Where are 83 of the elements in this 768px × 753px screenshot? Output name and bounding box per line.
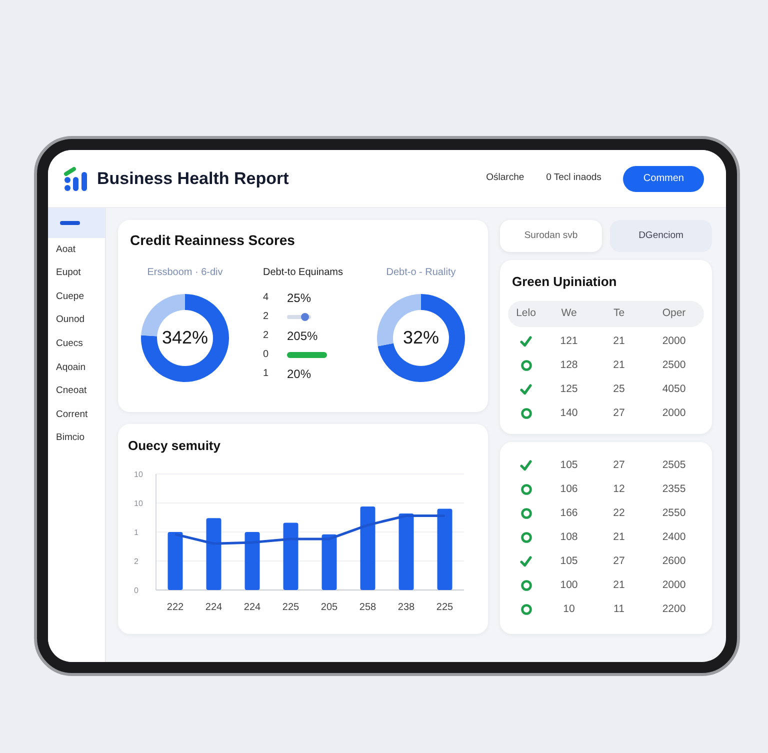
x-axis-label: 238: [398, 602, 415, 612]
table-cell-text: 100: [560, 578, 578, 593]
primary-button[interactable]: Commen: [623, 166, 704, 192]
nav-link[interactable]: 0 Tecl inaods: [546, 171, 602, 186]
table-cell-text: 27: [613, 458, 625, 473]
x-axis-label: 225: [282, 602, 300, 612]
bar-chart-logo-icon: [63, 166, 89, 192]
list-title: Debt-to Equinams: [262, 266, 344, 280]
app-title: Business Health Report: [97, 168, 289, 190]
table-cell-text: 121: [560, 334, 578, 349]
x-axis-label: 224: [205, 602, 222, 612]
column-header: Te: [613, 306, 625, 321]
chart-bar: [244, 532, 260, 590]
table-cell-text: 12: [613, 482, 625, 497]
x-axis-label: 222: [166, 602, 184, 612]
table-cell-text: 105: [560, 458, 578, 473]
gauge-value: 32%: [402, 326, 439, 350]
y-axis-label: 10: [134, 470, 143, 478]
x-axis-label: 258: [359, 602, 376, 612]
chart-bar: [322, 534, 337, 590]
table-cell-text: 2400: [662, 530, 686, 545]
table-cell-text: 128: [560, 358, 578, 373]
table-cell-text: 10: [563, 602, 575, 617]
sidebar-item[interactable]: [48, 208, 105, 238]
table-cell-text: 2000: [662, 406, 686, 421]
table-cell-text: 2600: [662, 554, 686, 569]
column-header: Oper: [662, 306, 686, 321]
table-cell-text: 21: [613, 358, 625, 373]
ratio-value: 20%: [286, 366, 311, 382]
y-axis-label: 2: [134, 556, 138, 566]
table-cell-text: 27: [613, 554, 625, 569]
table-cell-text: 25: [613, 382, 625, 397]
table-cell-text: 108: [560, 530, 578, 545]
y-axis-label: 10: [134, 498, 143, 508]
table-cell-text: 22: [613, 506, 625, 521]
chart-bar: [168, 532, 183, 590]
card-title: Green Upiniation: [512, 273, 618, 291]
column-header: We: [561, 306, 577, 321]
table-cell-text: 21: [613, 530, 625, 545]
table-cell-text: 125: [560, 382, 578, 397]
ratio-value: 25%: [286, 290, 311, 306]
slider-track[interactable]: [286, 312, 311, 320]
row-index: 2: [262, 310, 270, 324]
dash-icon: [60, 221, 80, 225]
table-cell-text: 2000: [662, 334, 686, 349]
y-axis-label: 1: [134, 528, 138, 536]
chart-bar: [206, 518, 222, 590]
table-cell-text: 2550: [662, 506, 686, 521]
chart-bar: [283, 522, 298, 590]
card-title: Ouecy semuity: [128, 437, 222, 455]
table-cell-text: 106: [560, 482, 578, 497]
x-axis-label: 205: [320, 602, 338, 612]
column-header: Lelo: [516, 306, 536, 321]
table-cell-text: 2500: [662, 358, 686, 373]
gauge-label: Debt-o - Ruality: [386, 266, 456, 280]
ratio-value: 205%: [286, 328, 318, 344]
table-cell-text: 105: [560, 554, 578, 569]
x-axis-label: 225: [436, 602, 454, 612]
table-cell-text: 166: [560, 506, 578, 521]
tab[interactable]: DGenciom: [610, 220, 712, 252]
gauge-value: 342%: [162, 326, 208, 350]
y-axis-label: 0: [134, 586, 138, 594]
table-cell-text: 2000: [662, 578, 686, 593]
x-axis-label: 224: [244, 602, 261, 612]
table-cell-text: 140: [560, 406, 578, 421]
table-cell-text: 11: [614, 602, 624, 617]
row-index: 4: [262, 291, 270, 305]
row-index: 2: [262, 329, 270, 343]
table-cell-text: 21: [613, 578, 625, 593]
table-cell-text: 4050: [662, 382, 686, 397]
table-cell-text: 2200: [662, 602, 686, 617]
gauge-label: Erssboom · 6-div: [147, 266, 223, 280]
nav-link[interactable]: Oślarche: [486, 171, 524, 186]
card-title: Credit Reainness Scores: [130, 231, 296, 250]
tab[interactable]: Surodan svb: [500, 220, 602, 252]
table-cell-text: 27: [613, 406, 625, 421]
row-index: 0: [262, 348, 270, 362]
row-index: 1: [262, 367, 270, 381]
table-cell-text: 2355: [662, 482, 686, 497]
table-cell-text: 2505: [662, 458, 686, 473]
slider-thumb[interactable]: [301, 312, 310, 320]
table-cell-text: 21: [613, 334, 625, 349]
bar-indicator: [286, 352, 327, 358]
